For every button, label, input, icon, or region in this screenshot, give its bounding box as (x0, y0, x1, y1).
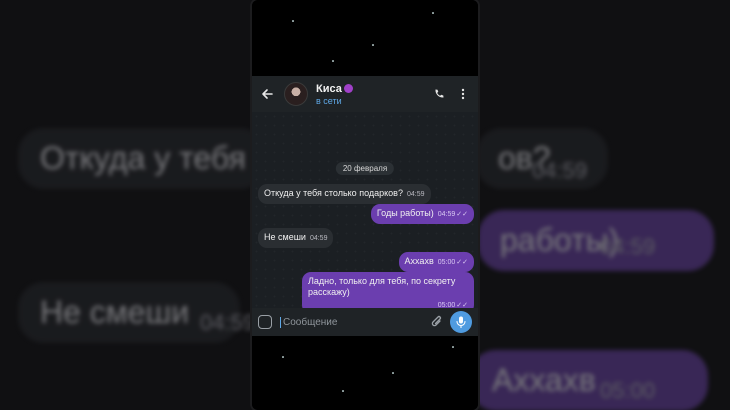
more-vertical-icon[interactable] (456, 87, 470, 101)
message-time: 05:00 (437, 259, 456, 266)
double-check-icon: ✓✓ (456, 259, 468, 266)
message-bubble[interactable]: Годы работы) 04:59✓✓ (370, 204, 474, 224)
double-check-icon: ✓✓ (456, 211, 468, 218)
message-time: 04:59 (406, 191, 425, 198)
contact-status: в сети (316, 95, 342, 106)
back-arrow-icon[interactable] (260, 87, 274, 101)
bg-bubble-4: Аххахв (470, 350, 708, 410)
bg-text-3: Не смеши (40, 294, 190, 330)
message-bubble[interactable]: Аххахв 05:00✓✓ (398, 252, 474, 272)
devil-emoji-icon (343, 84, 353, 93)
message-text: Ладно, только для тебя, по секрету расск… (308, 276, 456, 298)
bg-time-3: 04:59 (200, 310, 256, 335)
bg-text-1: Откуда у тебя с (40, 140, 271, 176)
contact-name-text: Киса (316, 82, 342, 95)
top-starfield (252, 0, 478, 76)
message-time: 04:59 (309, 235, 328, 242)
message-bubble[interactable]: Откуда у тебя столько подарков? 04:59 (258, 184, 431, 204)
contact-name: Киса (316, 83, 422, 95)
phone-screen: Киса в сети 20 февраля Откуда у тебя сто… (252, 0, 478, 410)
message-text: Аххахв (404, 256, 434, 266)
message-time: 04:59 (437, 211, 456, 218)
sticker-icon[interactable] (258, 315, 272, 329)
bg-text-4: Аххахв (492, 362, 596, 398)
message-list[interactable]: 20 февраля Откуда у тебя столько подарко… (252, 112, 478, 315)
message-text: Годы работы) (376, 208, 434, 218)
avatar[interactable] (284, 82, 308, 106)
message-input[interactable]: Сообщение (280, 316, 430, 328)
chat-header: Киса в сети (252, 76, 478, 112)
message-text: Откуда у тебя столько подарков? (264, 188, 403, 198)
contact-info[interactable]: Киса в сети (316, 83, 422, 106)
bg-time-1: 04:59 (532, 158, 588, 183)
microphone-icon[interactable] (450, 311, 472, 333)
video-frame: Откуда у тебя с ов? 04:59 работы) 04:59 … (0, 0, 730, 410)
bg-bubble-1: Откуда у тебя с (18, 128, 271, 189)
phone-icon[interactable] (432, 87, 446, 101)
message-text: Не смеши (264, 232, 306, 242)
bg-time-4: 05:00 (600, 378, 656, 403)
date-separator: 20 февраля (335, 162, 395, 175)
bottom-starfield (252, 336, 478, 410)
message-bubble[interactable]: Не смеши 04:59 (258, 228, 334, 248)
bg-time-2: 04:59 (600, 234, 656, 259)
bg-bubble-2: работы) (478, 210, 714, 271)
attach-icon[interactable] (430, 315, 444, 329)
compose-bar: Сообщение (252, 308, 478, 336)
